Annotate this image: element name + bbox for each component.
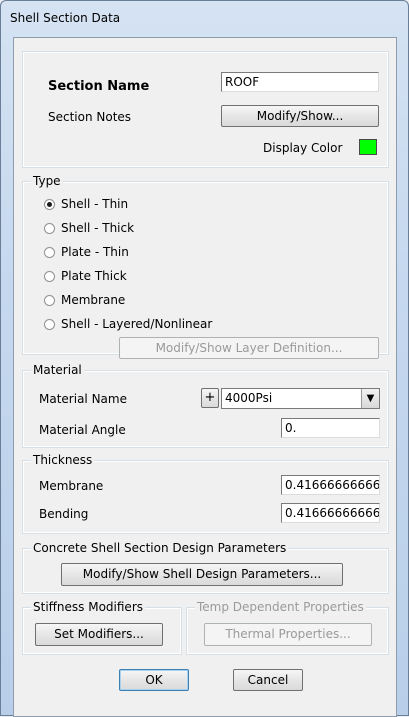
display-color-label: Display Color	[263, 141, 343, 155]
thermal-properties-button[interactable]: Thermal Properties...	[204, 623, 372, 646]
radio-plate-thick-label: Plate Thick	[61, 269, 127, 283]
temp-legend: Temp Dependent Properties	[195, 600, 366, 614]
material-angle-input[interactable]: 0.	[281, 418, 380, 438]
radio-shell-layered[interactable]	[44, 319, 55, 330]
dialog-window: Shell Section Data Section Name ROOF Sec…	[0, 0, 409, 717]
membrane-thickness-input[interactable]: 0.416666666666	[281, 475, 380, 495]
thickness-group: Thickness Membrane 0.416666666666 Bendin…	[22, 453, 389, 534]
design-group: Concrete Shell Section Design Parameters…	[22, 541, 389, 594]
bending-thickness-label: Bending	[39, 507, 89, 521]
stiffness-group: Stiffness Modifiers Set Modifiers...	[22, 600, 182, 655]
cancel-button[interactable]: Cancel	[233, 669, 303, 691]
display-color-swatch[interactable]	[359, 139, 377, 155]
add-material-button[interactable]: +	[201, 388, 219, 408]
radio-plate-thick[interactable]	[44, 271, 55, 282]
radio-plate-thin-label: Plate - Thin	[61, 245, 129, 259]
material-angle-label: Material Angle	[39, 423, 126, 437]
chevron-down-icon[interactable]: ▼	[361, 389, 379, 408]
layer-definition-button[interactable]: Modify/Show Layer Definition...	[119, 337, 379, 359]
material-name-value: 4000Psi	[225, 391, 273, 405]
material-name-select[interactable]: 4000Psi ▼	[221, 388, 380, 409]
radio-shell-thick[interactable]	[44, 223, 55, 234]
ok-button[interactable]: OK	[119, 669, 189, 691]
temp-group: Temp Dependent Properties Thermal Proper…	[186, 600, 389, 655]
type-group: Type Shell - Thin Shell - Thick Plate - …	[22, 174, 389, 359]
section-notes-label: Section Notes	[48, 110, 132, 124]
stiffness-legend: Stiffness Modifiers	[31, 600, 146, 614]
bending-thickness-input[interactable]: 0.416666666666	[281, 503, 380, 523]
section-name-label: Section Name	[48, 79, 150, 94]
radio-shell-layered-label: Shell - Layered/Nonlinear	[61, 317, 213, 331]
thickness-legend: Thickness	[31, 453, 95, 467]
material-name-label: Material Name	[39, 392, 127, 406]
radio-shell-thin[interactable]	[44, 199, 55, 210]
radio-membrane-label: Membrane	[61, 293, 126, 307]
type-legend: Type	[31, 174, 63, 188]
design-legend: Concrete Shell Section Design Parameters	[31, 541, 289, 555]
radio-membrane[interactable]	[44, 295, 55, 306]
section-notes-button[interactable]: Modify/Show...	[221, 105, 379, 127]
membrane-thickness-label: Membrane	[39, 479, 104, 493]
section-name-input[interactable]: ROOF	[221, 72, 379, 92]
material-legend: Material	[31, 363, 84, 377]
radio-plate-thin[interactable]	[44, 247, 55, 258]
shell-design-parameters-button[interactable]: Modify/Show Shell Design Parameters...	[61, 563, 343, 586]
dialog-body: Section Name ROOF Section Notes Modify/S…	[13, 37, 397, 717]
section-group: Section Name ROOF Section Notes Modify/S…	[22, 51, 389, 168]
radio-shell-thick-label: Shell - Thick	[61, 221, 135, 235]
radio-shell-thin-label: Shell - Thin	[61, 197, 129, 211]
window-title: Shell Section Data	[10, 11, 121, 25]
set-modifiers-button[interactable]: Set Modifiers...	[35, 623, 163, 646]
material-group: Material Material Name + 4000Psi ▼ Mater…	[22, 363, 389, 448]
